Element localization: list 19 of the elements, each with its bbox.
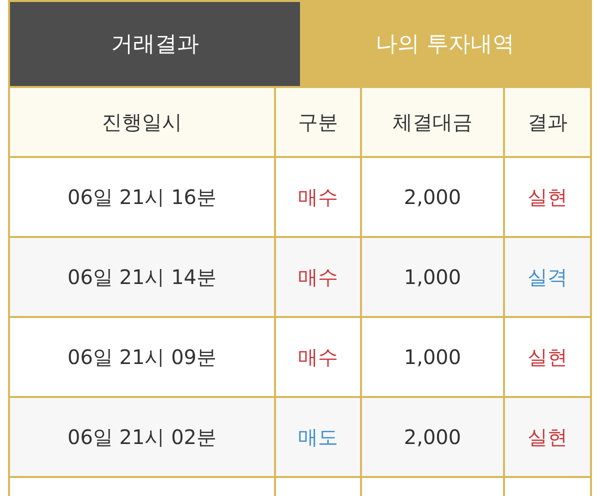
table-cell: 06일 21시 09분 [10, 318, 276, 398]
table-cell: 2,000 [362, 398, 505, 478]
table-cell: 06일 21시 16분 [10, 158, 276, 238]
table-cell: 실격 [505, 238, 590, 318]
table-cell: 매도 [276, 398, 362, 478]
column-header: 구분 [276, 88, 362, 158]
table-cell: 1,000 [362, 318, 505, 398]
table-cell: 1,000 [362, 238, 505, 318]
column-header: 체결대금 [362, 88, 505, 158]
table-cell: 2,000 [362, 158, 505, 238]
table-cell: 매수 [276, 158, 362, 238]
tab[interactable]: 거래결과 [10, 2, 300, 86]
column-header: 진행일시 [10, 88, 276, 158]
column-header: 결과 [505, 88, 590, 158]
table-cell: 06일 21시 02분 [10, 398, 276, 478]
table-cell: 실현 [505, 398, 590, 478]
table-cell: 06일 21시 14분 [10, 238, 276, 318]
table-cell: 매수 [276, 238, 362, 318]
table-cell: 매수 [276, 318, 362, 398]
